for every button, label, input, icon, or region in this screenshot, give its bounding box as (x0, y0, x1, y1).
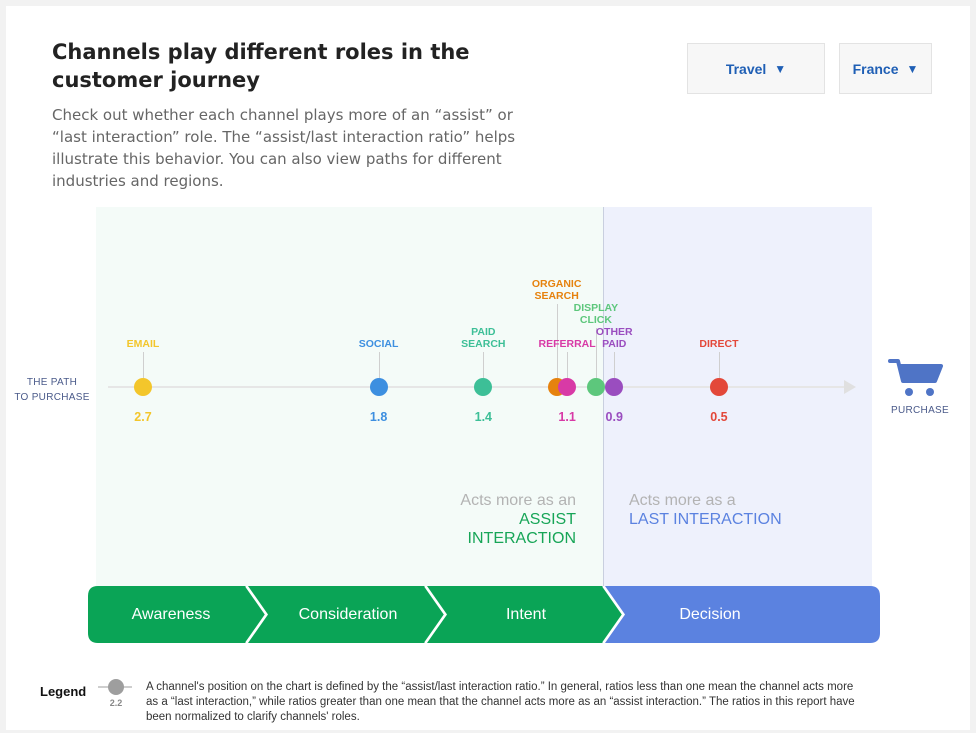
last-role-line1: Acts more as a (629, 492, 736, 509)
channel-value-direct: 0.5 (710, 410, 728, 424)
path-to-purchase-label: THE PATH TO PURCHASE (14, 377, 90, 403)
industry-dropdown[interactable]: Travel ▼ (687, 43, 825, 94)
stage-intent: Intent (505, 606, 547, 623)
last-interaction-zone (604, 207, 872, 587)
zone-divider (603, 207, 604, 587)
channel-label-display-click: DISPLAY CLICK (573, 302, 619, 326)
region-dropdown[interactable]: France ▼ (839, 43, 932, 94)
channel-label-other-paid: OTHER PAID (595, 326, 633, 350)
assist-role-line1: Acts more as an (460, 492, 576, 509)
channel-dot-other-paid[interactable] (605, 378, 624, 396)
legend-sample-icon: 2.2 (98, 679, 132, 708)
channel-label-email: EMAIL (126, 338, 160, 350)
channel-label-paid-search: PAID SEARCH (461, 326, 506, 350)
channel-leader-social (378, 352, 380, 378)
channel-dot-referral[interactable] (558, 378, 577, 396)
assist-role-caption: Acts more as an ASSIST INTERACTION (413, 491, 576, 548)
triangle-down-icon: ▼ (906, 61, 919, 76)
channel-label-social: SOCIAL (358, 338, 399, 350)
region-dropdown-label: France (852, 60, 899, 77)
page-subtitle: Check out whether each channel plays mor… (52, 106, 516, 190)
channel-label-direct: DIRECT (699, 338, 739, 350)
page-title: Channels play different roles in the cus… (52, 40, 470, 92)
channel-value-email: 2.7 (134, 410, 152, 424)
channel-dot-display-click[interactable] (586, 378, 605, 396)
triangle-down-icon: ▼ (774, 61, 787, 76)
channel-dot-email[interactable] (134, 378, 152, 396)
channel-dot-social[interactable] (369, 378, 388, 396)
last-role-line2: LAST INTERACTION (629, 511, 782, 528)
channel-value-social: 1.8 (369, 410, 388, 424)
journey-stages: Awareness Consideration Intent Decision (88, 586, 880, 643)
channel-leader-paid-search (483, 352, 485, 378)
channel-label-organic-search: ORGANIC SEARCH (531, 278, 582, 302)
channel-leader-direct (718, 352, 720, 378)
industry-dropdown-label: Travel (725, 60, 767, 77)
legend-description: A channel's position on the chart is def… (146, 681, 855, 723)
channel-leader-email (143, 352, 144, 378)
last-role-caption: Acts more as a LAST INTERACTION (629, 491, 849, 529)
assist-role-line2: ASSIST INTERACTION (467, 511, 576, 547)
purchase-label: PURCHASE (891, 405, 949, 416)
stage-decision: Decision (679, 606, 741, 623)
channel-value-other-paid: 0.9 (605, 410, 623, 424)
stage-awareness: Awareness (131, 606, 211, 623)
channel-value-referral: 1.1 (558, 410, 576, 424)
channel-value-paid-search: 1.4 (474, 410, 493, 424)
axis-arrow-icon (844, 380, 856, 394)
stage-consideration: Consideration (298, 606, 398, 623)
legend-sample-value: 2.2 (110, 698, 123, 708)
channel-leader-other-paid (614, 352, 616, 378)
channel-leader-referral (567, 352, 569, 378)
legend-title: Legend (40, 684, 87, 699)
channel-dot-direct[interactable] (709, 378, 728, 396)
shopping-cart-icon (888, 359, 943, 396)
channel-dot-paid-search[interactable] (474, 378, 493, 396)
